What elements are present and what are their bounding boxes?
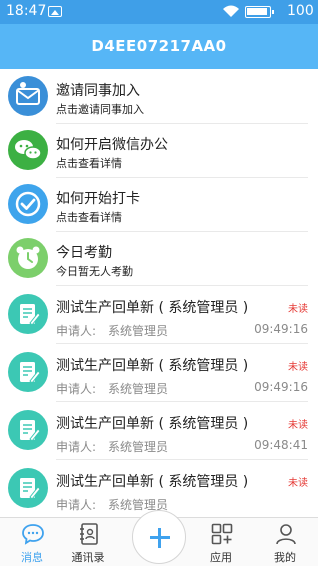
tab-label: 我的 (274, 551, 296, 564)
wifi-icon (223, 5, 239, 17)
applicant-line: 申请人: 系统管理员 (56, 438, 168, 455)
item-subtitle: 今日暂无人考勤 (56, 265, 133, 278)
apps-grid-icon (211, 523, 233, 545)
wechat-office-item[interactable]: 如何开启微信办公 点击查看详情 (0, 123, 318, 177)
applicant-line: 申请人: 系统管理员 (56, 380, 168, 397)
unread-badge: 未读 (288, 304, 308, 315)
unread-badge: 未读 (288, 478, 308, 489)
image-notification-icon (48, 6, 62, 17)
tab-contacts[interactable]: 通讯录 (58, 518, 118, 566)
invite-envelope-icon (8, 76, 48, 116)
chat-bubble-icon (22, 524, 44, 545)
wechat-icon (8, 130, 48, 170)
tab-label: 消息 (21, 551, 43, 564)
today-attendance-item[interactable]: 今日考勤 今日暂无人考勤 (0, 231, 318, 285)
applicant-name: 系统管理员 (108, 324, 169, 338)
applicant-label: 申请人: (56, 324, 97, 338)
tab-label: 通讯录 (71, 551, 105, 564)
checkmark-icon (8, 184, 48, 224)
tab-messages[interactable]: 消息 (2, 518, 62, 566)
item-title: 如何开启微信办公 (56, 137, 168, 153)
battery-icon (245, 6, 274, 18)
document-time: 09:49:16 (254, 322, 308, 336)
item-subtitle: 点击查看详情 (56, 211, 122, 224)
status-bar: 18:47 100 (0, 0, 318, 24)
document-time: 09:49:16 (254, 380, 308, 394)
applicant-label: 申请人: (56, 440, 97, 454)
document-edit-icon (8, 468, 48, 508)
unread-badge: 未读 (288, 420, 308, 431)
applicant-label: 申请人: (56, 498, 97, 512)
item-subtitle: 点击邀请同事加入 (56, 103, 144, 116)
unread-badge: 未读 (288, 362, 308, 373)
document-edit-icon (8, 410, 48, 450)
page-title: D4EE07217AA0 (0, 24, 318, 69)
item-title: 今日考勤 (56, 245, 112, 261)
applicant-name: 系统管理员 (108, 440, 169, 454)
person-icon (276, 524, 296, 545)
start-clockin-item[interactable]: 如何开始打卡 点击查看详情 (0, 177, 318, 231)
item-title: 邀请同事加入 (56, 83, 140, 99)
document-edit-icon (8, 294, 48, 334)
tab-apps[interactable]: 应用 (191, 518, 251, 566)
document-time: 09:48:41 (254, 438, 308, 452)
tab-profile[interactable]: 我的 (255, 518, 315, 566)
document-title: 测试生产回单新 ( 系统管理员 ) (56, 300, 249, 316)
applicant-name: 系统管理员 (108, 382, 169, 396)
document-item[interactable]: 测试生产回单新 ( 系统管理员 ) 未读 申请人: 系统管理员 09:49:16 (0, 343, 318, 401)
bottom-tab-bar: 消息 通讯录 应用 我的 (0, 510, 318, 566)
document-title: 测试生产回单新 ( 系统管理员 ) (56, 416, 249, 432)
document-item[interactable]: 测试生产回单新 ( 系统管理员 ) 未读 申请人: 系统管理员 09:49:16 (0, 285, 318, 343)
document-item[interactable]: 测试生产回单新 ( 系统管理员 ) 未读 申请人: 系统管理员 (0, 459, 318, 517)
document-edit-icon (8, 352, 48, 392)
battery-level: 100 (287, 3, 314, 19)
status-time: 18:47 (6, 3, 47, 19)
alarm-clock-icon (8, 238, 48, 278)
contacts-book-icon (80, 523, 98, 545)
document-item[interactable]: 测试生产回单新 ( 系统管理员 ) 未读 申请人: 系统管理员 09:48:41 (0, 401, 318, 459)
applicant-label: 申请人: (56, 382, 97, 396)
invite-colleague-item[interactable]: 邀请同事加入 点击邀请同事加入 (0, 69, 318, 123)
applicant-line: 申请人: 系统管理员 (56, 322, 168, 339)
tab-label: 应用 (210, 551, 232, 564)
item-title: 如何开始打卡 (56, 191, 140, 207)
document-title: 测试生产回单新 ( 系统管理员 ) (56, 358, 249, 374)
add-button[interactable] (132, 510, 186, 564)
item-subtitle: 点击查看详情 (56, 157, 122, 170)
message-list: 邀请同事加入 点击邀请同事加入 如何开启微信办公 点击查看详情 如何开始打卡 点… (0, 69, 318, 517)
document-title: 测试生产回单新 ( 系统管理员 ) (56, 474, 249, 490)
